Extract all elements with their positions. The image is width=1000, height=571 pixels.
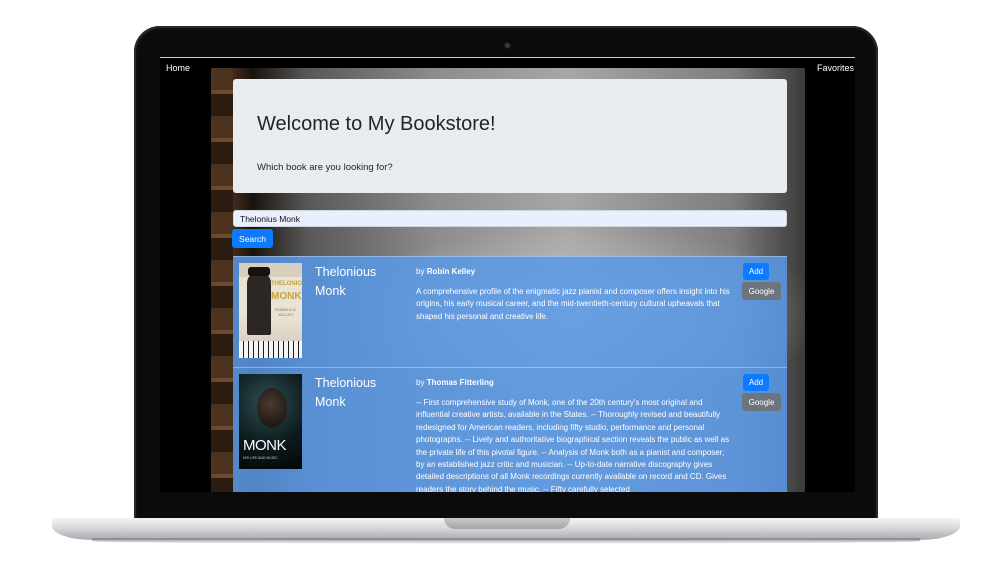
page-title: Welcome to My Bookstore! xyxy=(257,113,496,135)
laptop-shadow xyxy=(92,538,920,544)
add-favorite-button[interactable]: Add xyxy=(743,263,769,280)
google-button[interactable]: Google xyxy=(742,393,781,411)
nav-home-link[interactable]: Home xyxy=(166,63,190,73)
book-cover-image: THELONIOUS MONK ROBIN D.G. KELLEY xyxy=(239,263,302,358)
book-description: A comprehensive profile of the enigmatic… xyxy=(416,287,730,321)
google-button[interactable]: Google xyxy=(742,282,781,300)
screen: Home Favorites Welcome to My Bookstore! … xyxy=(160,57,855,492)
bookshelf-decoration xyxy=(211,68,233,492)
book-author-line: by Thomas Fitterling xyxy=(416,378,494,387)
book-author-line: by Robin Kelley xyxy=(416,267,475,276)
book-author: Thomas Fitterling xyxy=(426,378,494,387)
nav-favorites-link[interactable]: Favorites xyxy=(817,63,854,73)
laptop-notch xyxy=(444,518,570,529)
results-list[interactable]: THELONIOUS MONK ROBIN D.G. KELLEY Thelon… xyxy=(233,256,787,492)
add-favorite-button[interactable]: Add xyxy=(743,374,769,391)
search-input[interactable] xyxy=(233,210,787,227)
book-author: Robin Kelley xyxy=(426,267,476,276)
book-title: Thelonious Monk xyxy=(315,376,377,409)
cover-portrait xyxy=(247,273,271,335)
page-subtitle: Which book are you looking for? xyxy=(257,162,393,173)
welcome-banner: Welcome to My Bookstore! Which book are … xyxy=(233,79,787,193)
cover-title-main: MONK xyxy=(243,437,287,454)
cover-subtitle: HIS LIFE AND MUSIC xyxy=(243,456,278,460)
cover-portrait xyxy=(257,388,287,428)
book-card: THELONIOUS MONK ROBIN D.G. KELLEY Thelon… xyxy=(233,256,787,367)
cover-title-line: THELONIOUS xyxy=(271,281,302,287)
book-cover-image: MONK HIS LIFE AND MUSIC xyxy=(239,374,302,469)
navbar-divider xyxy=(160,57,855,58)
by-label: by xyxy=(416,267,425,276)
by-label: by xyxy=(416,378,425,387)
cover-title-main: MONK xyxy=(271,291,302,302)
cover-author: ROBIN D.G. KELLEY xyxy=(274,307,297,317)
cover-hat xyxy=(248,267,270,276)
book-card: MONK HIS LIFE AND MUSIC Thelonious Monk … xyxy=(233,367,787,492)
cover-piano-keys xyxy=(239,341,302,358)
book-title: Thelonious Monk xyxy=(315,265,377,298)
webcam-icon xyxy=(505,43,510,48)
search-button[interactable]: Search xyxy=(232,229,273,248)
book-description: -- First comprehensive study of Monk, on… xyxy=(416,398,730,492)
